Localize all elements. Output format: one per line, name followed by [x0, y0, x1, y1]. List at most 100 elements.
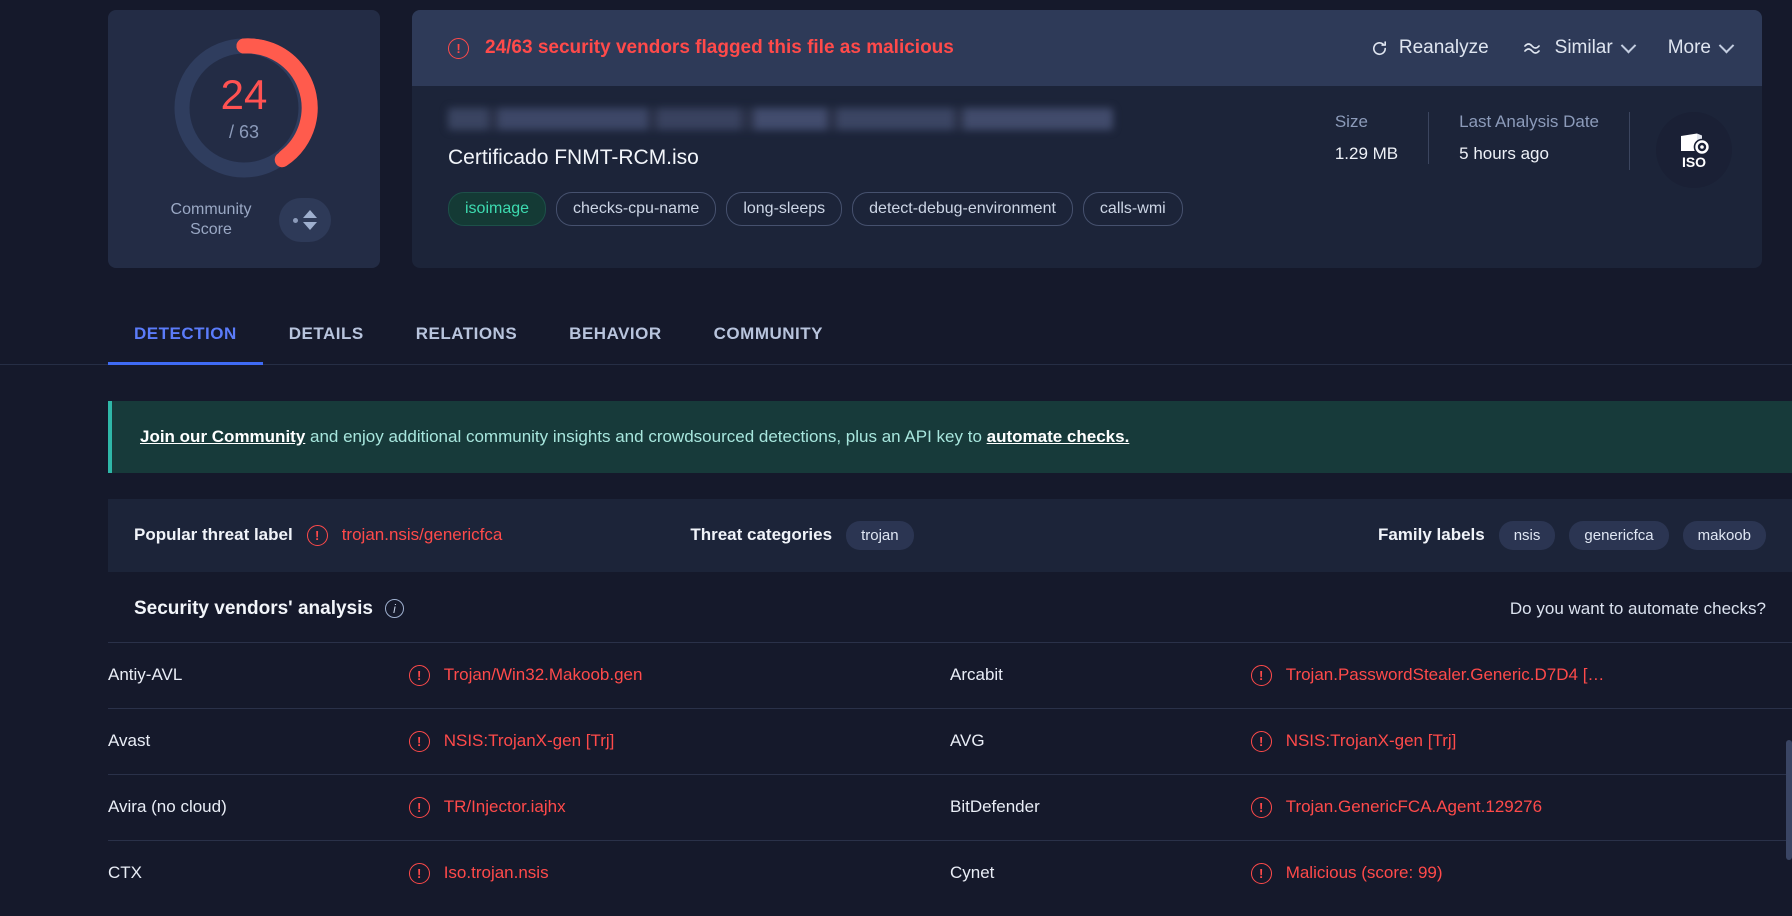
scrollbar-thumb[interactable] — [1786, 740, 1792, 860]
report-tabs: DETECTION DETAILS RELATIONS BEHAVIOR COM… — [0, 310, 1792, 365]
exclamation-circle-icon: ! — [448, 38, 469, 59]
meta-size-label: Size — [1335, 112, 1398, 132]
meta-size-value: 1.29 MB — [1335, 144, 1398, 164]
gauge-center: 24 / 63 — [168, 32, 320, 184]
vendor-result-text: NSIS:TrojanX-gen [Trj] — [1286, 731, 1457, 751]
automate-checks-prompt[interactable]: Do you want to automate checks? — [1510, 599, 1766, 619]
join-community-link[interactable]: Join our Community — [140, 427, 305, 446]
vendor-result-cell: ! Iso.trojan.nsis — [409, 840, 950, 906]
family-label-makoob[interactable]: makoob — [1683, 521, 1766, 550]
vendor-result-cell: ! Malicious (score: 99) — [1251, 840, 1792, 906]
reanalyze-button[interactable]: Reanalyze — [1370, 37, 1489, 59]
file-name: Certificado FNMT-RCM.iso — [448, 146, 1305, 170]
exclamation-circle-icon: ! — [409, 665, 430, 686]
vendor-name: BitDefender — [950, 774, 1251, 840]
tab-detection[interactable]: DETECTION — [108, 310, 263, 365]
popular-threat-label-value[interactable]: trojan.nsis/genericfca — [342, 525, 503, 545]
vendor-result-cell: ! TR/Injector.iajhx — [409, 774, 950, 840]
more-button[interactable]: More — [1668, 37, 1732, 59]
file-main-info: Certificado FNMT-RCM.iso isoimage checks… — [448, 108, 1305, 226]
tag-calls-wmi[interactable]: calls-wmi — [1083, 192, 1183, 226]
vendor-result-cell: ! Trojan/Win32.Makoob.gen — [409, 642, 950, 708]
exclamation-circle-icon: ! — [1251, 731, 1272, 752]
detection-total: / 63 — [229, 122, 259, 143]
vendor-result: ! Malicious (score: 99) — [1251, 863, 1792, 884]
exclamation-circle-icon: ! — [409, 731, 430, 752]
tag-detect-debug-environment[interactable]: detect-debug-environment — [852, 192, 1073, 226]
more-label: More — [1668, 37, 1711, 59]
tab-behavior[interactable]: BEHAVIOR — [543, 310, 687, 365]
similar-label: Similar — [1555, 37, 1613, 59]
vendor-result: ! Trojan.GenericFCA.Agent.129276 — [1251, 797, 1792, 818]
table-row: Antiy-AVL ! Trojan/Win32.Makoob.gen Arca… — [108, 642, 1792, 708]
vendor-result-cell: ! NSIS:TrojanX-gen [Trj] — [409, 708, 950, 774]
vendor-name: Cynet — [950, 840, 1251, 906]
meta-last-analysis: Last Analysis Date 5 hours ago — [1428, 112, 1629, 164]
reanalyze-label: Reanalyze — [1399, 37, 1489, 59]
vendor-result: ! NSIS:TrojanX-gen [Trj] — [409, 731, 950, 752]
exclamation-circle-icon: ! — [409, 797, 430, 818]
tab-community[interactable]: COMMUNITY — [688, 310, 849, 365]
approx-wave-icon — [1523, 40, 1545, 56]
vote-control[interactable] — [279, 198, 331, 242]
alert-text: 24/63 security vendors flagged this file… — [485, 37, 954, 59]
vendor-result-text: Malicious (score: 99) — [1286, 863, 1443, 883]
detection-count: 24 — [221, 74, 268, 116]
tag-long-sleeps[interactable]: long-sleeps — [726, 192, 842, 226]
vendor-name: Antiy-AVL — [108, 642, 409, 708]
refresh-icon — [1370, 39, 1389, 58]
vote-up-icon[interactable] — [303, 210, 317, 218]
file-metadata: Size 1.29 MB Last Analysis Date 5 hours … — [1305, 108, 1732, 226]
vendors-analysis-header: Security vendors' analysis i Do you want… — [108, 572, 1792, 642]
tab-details[interactable]: DETAILS — [263, 310, 390, 365]
vendor-result-text: Trojan.GenericFCA.Agent.129276 — [1286, 797, 1542, 817]
svg-text:ISO: ISO — [1682, 154, 1706, 170]
file-summary-card: ! 24/63 security vendors flagged this fi… — [412, 10, 1762, 268]
info-icon[interactable]: i — [385, 599, 404, 618]
vendor-result: ! Trojan.PasswordStealer.Generic.D7D4 [… — [1251, 665, 1792, 686]
exclamation-circle-icon: ! — [1251, 863, 1272, 884]
tab-relations[interactable]: RELATIONS — [390, 310, 543, 365]
vendor-name: Avast — [108, 708, 409, 774]
vendors-analysis-title: Security vendors' analysis — [134, 598, 373, 620]
iso-disc-icon: ISO — [1671, 127, 1717, 173]
threat-category-trojan[interactable]: trojan — [846, 521, 914, 550]
exclamation-circle-icon: ! — [1251, 797, 1272, 818]
vendor-result: ! TR/Injector.iajhx — [409, 797, 950, 818]
detection-tab-content: Join our Community and enjoy additional … — [0, 401, 1792, 906]
vote-down-icon[interactable] — [303, 222, 317, 230]
vendor-result-cell: ! NSIS:TrojanX-gen [Trj] — [1251, 708, 1792, 774]
vendor-result-cell: ! Trojan.GenericFCA.Agent.129276 — [1251, 774, 1792, 840]
table-row: Avira (no cloud) ! TR/Injector.iajhx Bit… — [108, 774, 1792, 840]
community-score-label: CommunityScore — [157, 200, 265, 240]
meta-size: Size 1.29 MB — [1305, 112, 1428, 164]
detection-gauge: 24 / 63 — [168, 32, 320, 184]
automate-checks-link[interactable]: automate checks. — [987, 427, 1130, 446]
meta-last-analysis-label: Last Analysis Date — [1459, 112, 1599, 132]
alert-message: ! 24/63 security vendors flagged this fi… — [448, 37, 1370, 59]
tag-checks-cpu-name[interactable]: checks-cpu-name — [556, 192, 716, 226]
security-vendors-table: Antiy-AVL ! Trojan/Win32.Makoob.gen Arca… — [108, 642, 1792, 906]
header-actions: Reanalyze Similar More — [1370, 37, 1732, 59]
exclamation-circle-icon: ! — [409, 863, 430, 884]
vendor-name: Avira (no cloud) — [108, 774, 409, 840]
vote-arrows[interactable] — [303, 210, 317, 230]
table-row: Avast ! NSIS:TrojanX-gen [Trj] AVG ! NSI… — [108, 708, 1792, 774]
file-details: Certificado FNMT-RCM.iso isoimage checks… — [412, 86, 1762, 226]
vendor-result-text: Trojan.PasswordStealer.Generic.D7D4 [… — [1286, 665, 1605, 685]
family-label-nsis[interactable]: nsis — [1499, 521, 1556, 550]
tag-isoimage[interactable]: isoimage — [448, 192, 546, 226]
family-label-genericfca[interactable]: genericfca — [1569, 521, 1668, 550]
malicious-alert-bar: ! 24/63 security vendors flagged this fi… — [412, 10, 1762, 86]
vendor-result: ! NSIS:TrojanX-gen [Trj] — [1251, 731, 1792, 752]
table-row: CTX ! Iso.trojan.nsis Cynet ! Malicious … — [108, 840, 1792, 906]
exclamation-circle-icon: ! — [1251, 665, 1272, 686]
report-header: 24 / 63 CommunityScore ! — [0, 0, 1792, 268]
vendor-result-text: Trojan/Win32.Makoob.gen — [444, 665, 643, 685]
similar-button[interactable]: Similar — [1523, 37, 1634, 59]
detection-score-card: 24 / 63 CommunityScore — [108, 10, 380, 268]
vendor-name: AVG — [950, 708, 1251, 774]
vendor-result: ! Iso.trojan.nsis — [409, 863, 950, 884]
chevron-down-icon — [1719, 37, 1735, 53]
vendor-result-text: NSIS:TrojanX-gen [Trj] — [444, 731, 615, 751]
